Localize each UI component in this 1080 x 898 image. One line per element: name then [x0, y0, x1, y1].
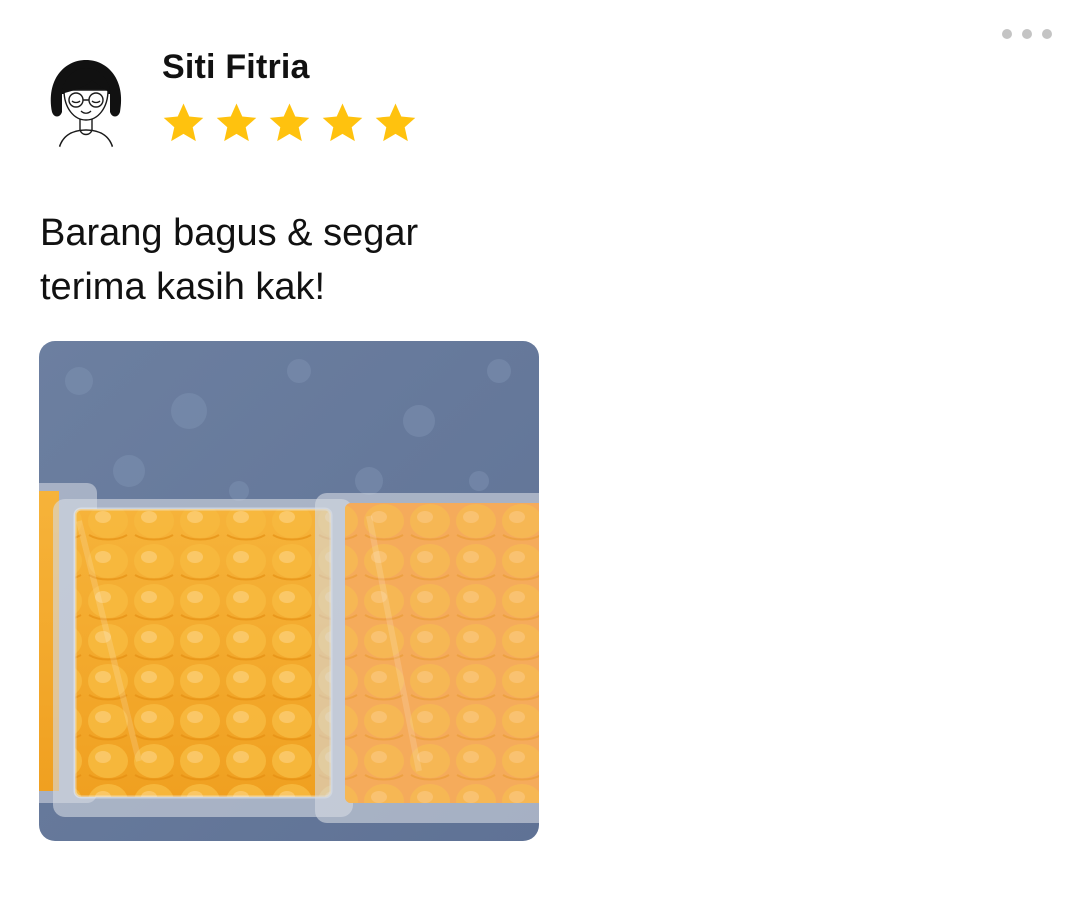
review-photo-image [39, 341, 539, 841]
review-card: Siti Fitria Barang bagus & segar terima … [0, 0, 1080, 898]
review-photo[interactable] [39, 341, 539, 841]
star-icon [322, 103, 363, 142]
review-text: Barang bagus & segar terima kasih kak! [40, 206, 640, 314]
star-icon [216, 103, 257, 142]
avatar[interactable] [34, 50, 138, 154]
star-icon [163, 103, 204, 142]
more-dot [1002, 29, 1012, 39]
review-text-line: Barang bagus & segar [40, 212, 419, 254]
star-rating [160, 100, 419, 147]
more-options-button[interactable] [1002, 26, 1052, 42]
avatar-illustration [34, 50, 138, 154]
review-text-line: terima kasih kak! [40, 266, 326, 308]
more-dot [1022, 29, 1032, 39]
more-dot [1042, 29, 1052, 39]
star-icon [269, 103, 310, 142]
star-icon [375, 103, 416, 142]
reviewer-name: Siti Fitria [162, 48, 310, 86]
